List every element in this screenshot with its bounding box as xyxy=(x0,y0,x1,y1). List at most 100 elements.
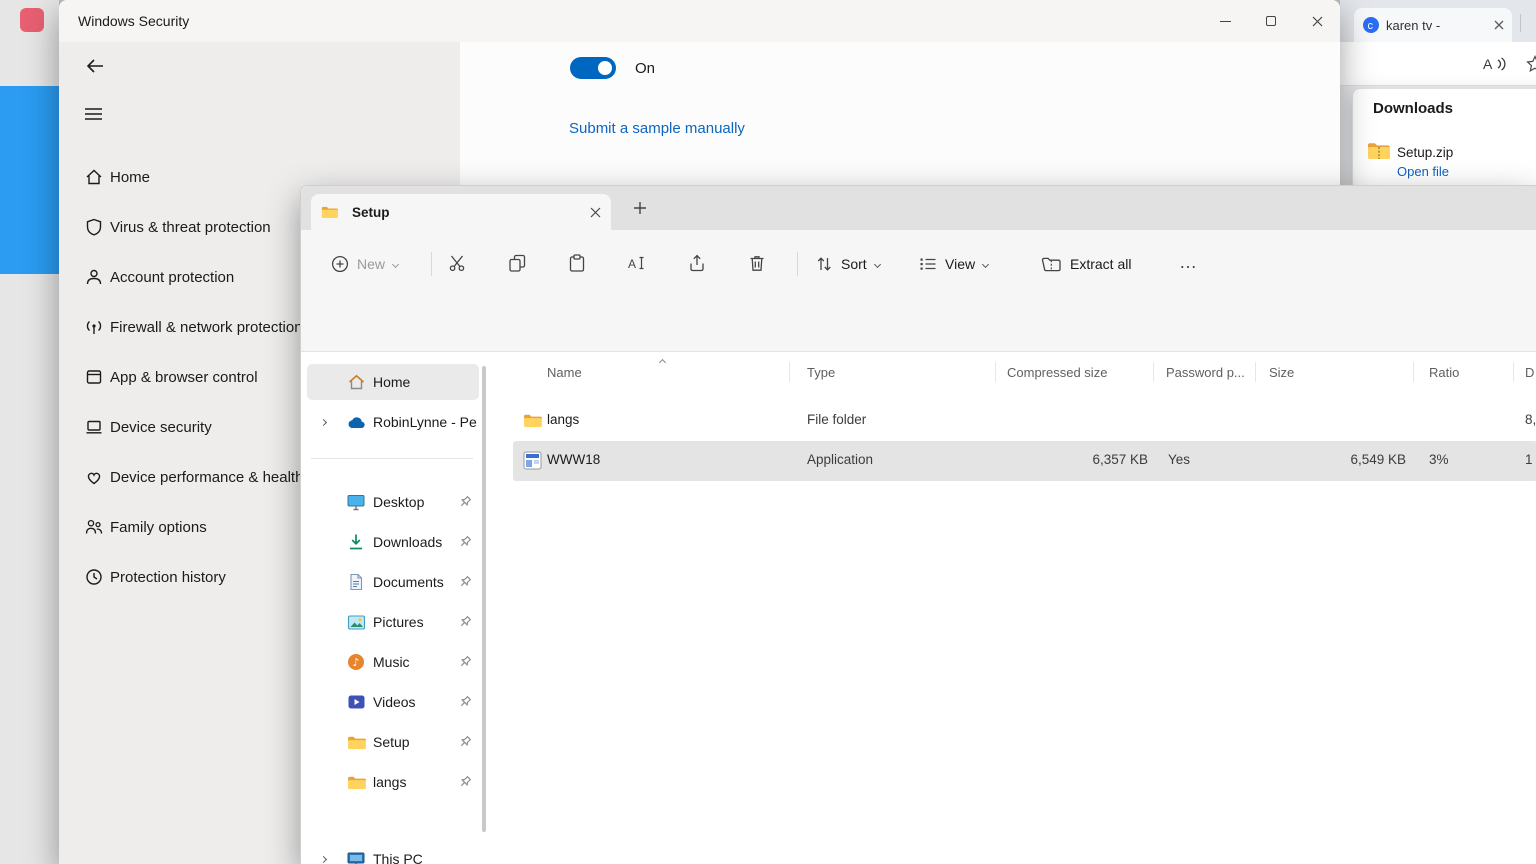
column-type[interactable]: Type xyxy=(807,365,835,380)
close-button[interactable] xyxy=(1294,0,1340,42)
person-icon xyxy=(84,267,104,287)
cell-name: WWW18 xyxy=(547,452,600,467)
pin-icon xyxy=(458,735,472,749)
maximize-button[interactable] xyxy=(1248,0,1294,42)
explorer-body: Home RobinLynne - Pe Desktop xyxy=(301,352,1536,864)
hamburger-menu-icon[interactable] xyxy=(84,107,103,121)
copy-icon[interactable] xyxy=(508,254,526,272)
edge-tab-strip: c karen tv - xyxy=(1340,0,1536,42)
expand-chevron-icon[interactable] xyxy=(320,855,327,862)
column-ratio[interactable]: Ratio xyxy=(1429,365,1459,380)
edge-tab[interactable]: c karen tv - xyxy=(1354,8,1512,42)
file-row-langs[interactable]: langs File folder 8, xyxy=(301,401,1536,441)
desktop-icon xyxy=(346,492,366,512)
tab-divider xyxy=(1520,14,1521,32)
nav-label: Setup xyxy=(373,734,410,750)
tab-close-icon[interactable] xyxy=(590,207,601,218)
open-file-link[interactable]: Open file xyxy=(1397,164,1449,179)
nav-label: Documents xyxy=(373,574,444,590)
nav-item-pictures[interactable]: Pictures xyxy=(307,604,479,640)
nav-label: Videos xyxy=(373,694,416,710)
nav-label: Pictures xyxy=(373,614,424,630)
paste-icon[interactable] xyxy=(568,254,586,272)
nav-item-setup[interactable]: Setup xyxy=(307,724,479,760)
nav-item-music[interactable]: ♪ Music xyxy=(307,644,479,680)
explorer-toolbar: New A Sor xyxy=(301,230,1536,297)
delete-icon[interactable] xyxy=(748,254,766,272)
column-compressed-size[interactable]: Compressed size xyxy=(1007,365,1107,380)
security-titlebar: Windows Security xyxy=(59,0,1340,42)
new-tab-icon[interactable] xyxy=(633,201,647,215)
home-icon xyxy=(84,167,104,187)
pictures-icon xyxy=(346,612,366,632)
blue-accent-panel xyxy=(0,86,59,274)
download-file-name[interactable]: Setup.zip xyxy=(1397,145,1453,160)
nav-item-desktop[interactable]: Desktop xyxy=(307,484,479,520)
sidebar-label: App & browser control xyxy=(110,369,258,386)
share-icon[interactable] xyxy=(688,254,706,272)
screen: c karen tv - A Downloads Setup.zip xyxy=(0,0,1536,864)
column-divider xyxy=(995,362,996,382)
nav-item-langs[interactable]: langs xyxy=(307,764,479,800)
column-name[interactable]: Name xyxy=(547,365,582,380)
toolbar-divider xyxy=(797,252,798,276)
download-icon xyxy=(346,532,366,552)
column-date[interactable]: D xyxy=(1525,365,1534,380)
svg-text:A: A xyxy=(628,257,636,271)
pin-icon xyxy=(458,615,472,629)
favorites-star-icon[interactable] xyxy=(1526,55,1536,73)
sidebar-label: Family options xyxy=(110,519,207,536)
tab-title: Setup xyxy=(352,205,580,220)
rename-icon[interactable]: A xyxy=(627,254,646,272)
nav-item-this-pc[interactable]: This PC xyxy=(307,841,479,864)
plus-circle-icon xyxy=(331,255,349,273)
app-browser-icon xyxy=(84,367,104,387)
column-size[interactable]: Size xyxy=(1269,365,1294,380)
cell-date: 1 xyxy=(1525,452,1533,467)
nav-label: Desktop xyxy=(373,494,424,510)
sidebar-label: Home xyxy=(110,169,150,186)
folder-icon xyxy=(346,772,366,792)
more-options-icon[interactable]: … xyxy=(1179,252,1198,273)
column-divider xyxy=(789,362,790,382)
cut-icon[interactable] xyxy=(448,254,466,272)
column-divider xyxy=(1513,362,1514,382)
music-icon: ♪ xyxy=(346,652,366,672)
application-icon xyxy=(523,451,542,470)
extract-all-button[interactable]: Extract all xyxy=(1041,245,1131,283)
back-icon[interactable] xyxy=(84,55,106,77)
read-aloud-icon[interactable]: A xyxy=(1482,55,1508,73)
svg-text:♪: ♪ xyxy=(353,656,360,669)
nav-label: Music xyxy=(373,654,410,670)
nav-label: This PC xyxy=(373,851,423,864)
submit-sample-link[interactable]: Submit a sample manually xyxy=(569,120,745,137)
cell-type: Application xyxy=(807,452,873,467)
explorer-tab-strip: Setup xyxy=(301,186,1536,230)
pin-icon xyxy=(458,495,472,509)
minimize-button[interactable] xyxy=(1202,0,1248,42)
nav-item-documents[interactable]: Documents xyxy=(307,564,479,600)
folder-icon xyxy=(321,205,338,219)
toolbar-divider xyxy=(431,252,432,276)
real-time-protection-toggle[interactable] xyxy=(570,57,616,79)
videos-icon xyxy=(346,692,366,712)
extract-all-label: Extract all xyxy=(1070,256,1131,272)
tab-close-icon[interactable] xyxy=(1494,20,1504,30)
new-button[interactable]: New xyxy=(331,245,398,283)
nav-item-downloads[interactable]: Downloads xyxy=(307,524,479,560)
column-headers: Name Type Compressed size Password p... … xyxy=(301,352,1536,392)
new-label: New xyxy=(357,256,385,272)
explorer-tab[interactable]: Setup xyxy=(311,194,611,230)
svg-text:c: c xyxy=(1368,20,1374,32)
device-icon xyxy=(84,417,104,437)
column-password[interactable]: Password p... xyxy=(1166,365,1245,380)
view-button[interactable]: View xyxy=(919,245,988,283)
downloads-flyout: Downloads Setup.zip Open file xyxy=(1352,88,1536,192)
nav-item-videos[interactable]: Videos xyxy=(307,684,479,720)
column-divider xyxy=(1413,362,1414,382)
document-icon xyxy=(346,572,366,592)
sort-button[interactable]: Sort xyxy=(815,245,880,283)
file-row-www18[interactable]: WWW18 Application 6,357 KB Yes 6,549 KB … xyxy=(301,441,1536,481)
sidebar-label: Virus & threat protection xyxy=(110,219,271,236)
pin-icon xyxy=(458,775,472,789)
